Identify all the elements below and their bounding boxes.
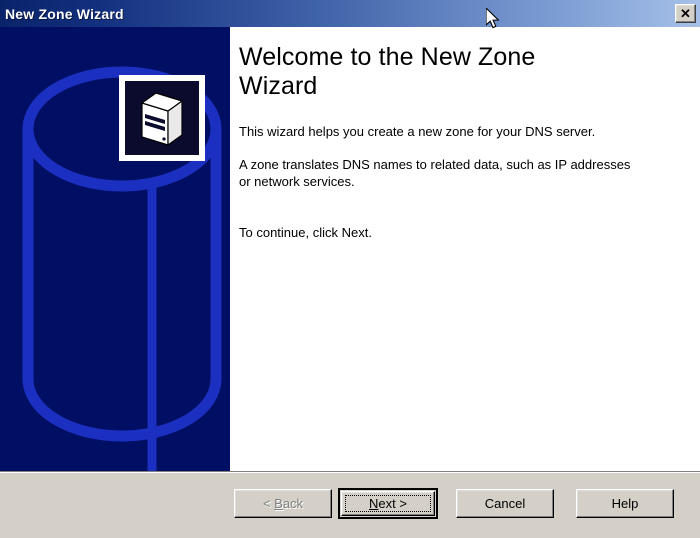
continue-instruction: To continue, click Next. <box>239 225 372 240</box>
close-icon: ✕ <box>680 6 691 21</box>
back-button-label: < Back <box>263 496 303 511</box>
help-button-label: Help <box>611 496 639 511</box>
description-paragraph-2: A zone translates DNS names to related d… <box>239 157 631 189</box>
cancel-button-label: Cancel <box>484 496 526 511</box>
description-paragraph-1: This wizard helps you create a new zone … <box>239 124 596 139</box>
title-bar[interactable]: New Zone Wizard ✕ <box>0 0 700 27</box>
wizard-button-row: < Back Next > Cancel Help <box>234 488 674 519</box>
button-bar-divider <box>0 471 700 473</box>
wizard-body: Welcome to the New Zone Wizard This wiza… <box>0 27 700 471</box>
new-zone-wizard-window: New Zone Wizard ✕ Welcome to the New Zon… <box>0 0 700 538</box>
wizard-content-pane: Welcome to the New Zone Wizard This wiza… <box>230 27 700 471</box>
wizard-banner <box>0 27 230 471</box>
window-title: New Zone Wizard <box>5 5 124 22</box>
close-button[interactable]: ✕ <box>675 4 696 23</box>
cancel-button[interactable]: Cancel <box>456 489 554 518</box>
back-button-prefix: < <box>262 496 275 511</box>
back-button-accel: B <box>274 496 283 511</box>
server-tower-icon <box>140 92 184 147</box>
help-button[interactable]: Help <box>576 489 674 518</box>
button-bar: < Back Next > Cancel Help <box>0 471 700 538</box>
next-button-label: Next > <box>369 496 407 511</box>
next-button-accel: N <box>369 496 379 511</box>
next-button-default-frame: Next > <box>338 488 438 519</box>
page-title: Welcome to the New Zone Wizard <box>239 43 536 100</box>
server-icon-frame <box>119 75 205 161</box>
back-button[interactable]: < Back <box>234 489 332 518</box>
next-button[interactable]: Next > <box>341 491 435 516</box>
next-button-suffix: ext > <box>378 496 407 511</box>
back-button-suffix: ack <box>282 496 304 511</box>
